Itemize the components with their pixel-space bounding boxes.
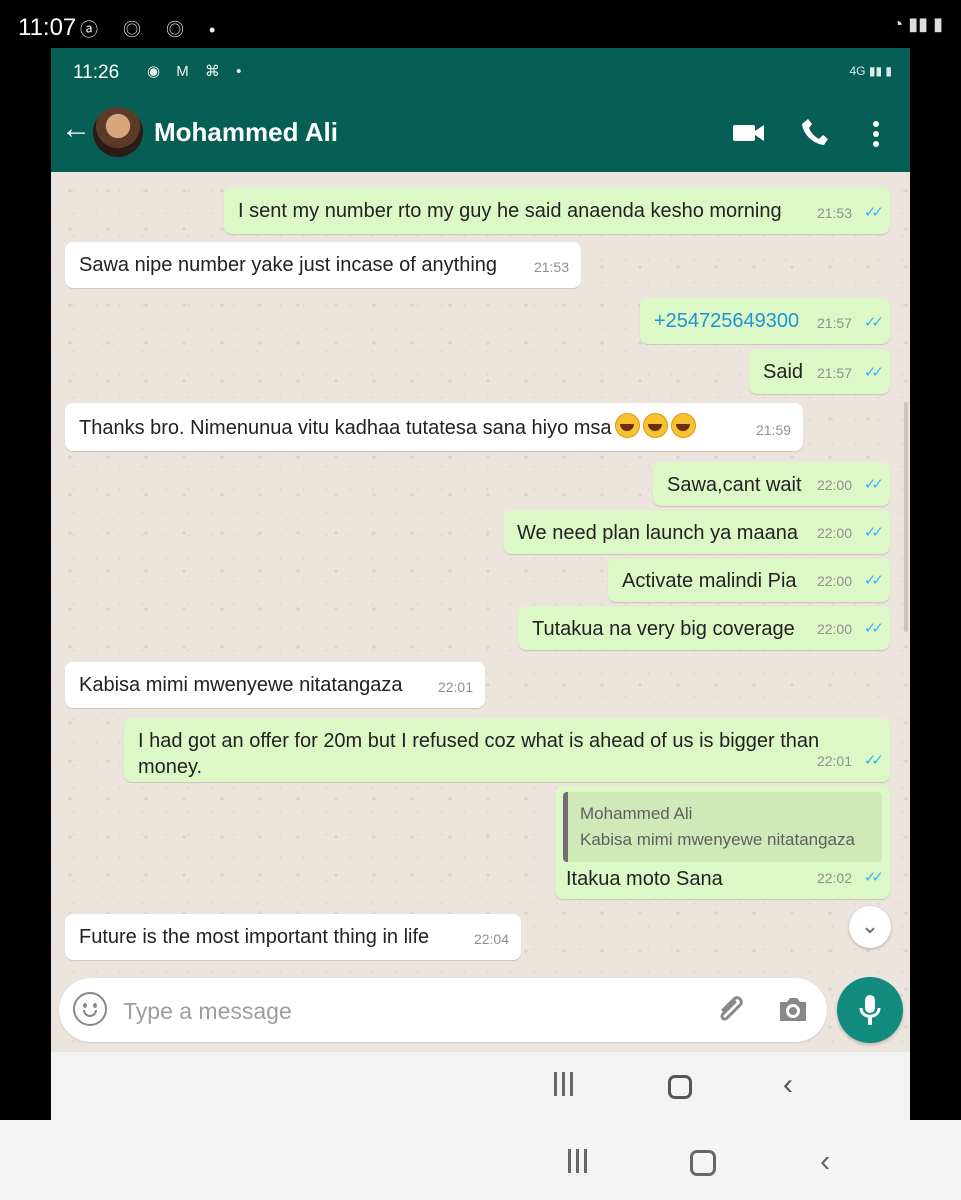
message-text: Future is the most important thing in li… — [79, 926, 430, 948]
message-outgoing[interactable]: Sawa,cant wait 22:00 ✓✓ — [653, 462, 890, 506]
message-time: 22:01 — [816, 753, 852, 769]
back-icon[interactable]: ‹ — [783, 1070, 793, 1100]
emoji-mouth — [83, 1010, 97, 1017]
message-outgoing[interactable]: Tutakua na very big coverage 22:00 ✓✓ — [518, 606, 890, 650]
mic-button[interactable] — [837, 977, 903, 1043]
read-ticks-icon: ✓✓ — [863, 572, 884, 589]
message-outgoing[interactable]: Said 21:57 ✓✓ — [749, 349, 890, 394]
quoted-author: Mohammed Ali — [580, 804, 693, 823]
message-incoming[interactable]: Thanks bro. Nimenunua vitu kadhaa tutate… — [65, 403, 803, 451]
recent-line — [562, 1072, 565, 1096]
outer-system-icons: ◔ ▮▮ ▮ — [892, 14, 943, 34]
message-outgoing[interactable]: We need plan launch ya maana 22:00 ✓✓ — [503, 510, 890, 554]
message-input[interactable] — [121, 995, 685, 1027]
recent-line — [568, 1149, 571, 1173]
chevron-double-down-icon: ⌄ — [860, 913, 880, 938]
home-icon[interactable] — [690, 1150, 716, 1176]
message-outgoing[interactable]: I sent my number rto my guy he said anae… — [224, 188, 890, 234]
inner-status-bar: 11:26 ◉ M ⌘ • 4G ▮▮ ▮ — [51, 48, 910, 92]
message-text: I had got an offer for 20m but I refused… — [138, 730, 820, 778]
laughing-emoji-icon — [614, 413, 640, 438]
read-ticks-icon: ✓✓ — [863, 204, 884, 221]
message-outgoing[interactable]: Activate malindi Pia 22:00 ✓✓ — [608, 558, 890, 602]
back-icon[interactable]: ‹ — [820, 1145, 830, 1176]
reply-message[interactable]: Mohammed Ali Kabisa mimi mwenyewe nitata… — [555, 786, 890, 899]
microphone-icon — [859, 995, 881, 1025]
read-ticks-icon: ✓✓ — [863, 314, 884, 331]
message-text: Thanks bro. Nimenunua vitu kadhaa tutate… — [79, 417, 612, 439]
phone-navigation-bar: ‹ — [51, 1052, 910, 1120]
message-composer — [59, 978, 827, 1042]
recent-line — [576, 1149, 579, 1173]
message-time: 21:59 — [755, 422, 791, 438]
read-ticks-icon: ✓✓ — [863, 869, 884, 886]
emoji-icon[interactable] — [73, 992, 107, 1026]
message-time: 22:00 — [816, 621, 852, 637]
message-incoming[interactable]: Kabisa mimi mwenyewe nitatangaza 22:01 — [65, 662, 485, 708]
recent-apps-icon[interactable] — [551, 1072, 575, 1098]
quoted-message[interactable]: Mohammed Ali Kabisa mimi mwenyewe nitata… — [563, 792, 882, 862]
phone-icon[interactable] — [801, 117, 829, 147]
message-time: 22:01 — [437, 679, 473, 695]
home-icon[interactable] — [668, 1075, 692, 1099]
message-text: Kabisa mimi mwenyewe nitatangaza — [79, 674, 403, 696]
back-arrow-icon[interactable]: ← — [61, 114, 91, 144]
message-time: 21:53 — [533, 259, 569, 275]
outer-notification-icons: ⓐ ◎ ◎ • — [80, 20, 226, 40]
inner-notification-icons: ◉ M ⌘ • — [147, 63, 248, 80]
more-vert-icon[interactable] — [872, 120, 880, 148]
message-time: 22:00 — [816, 573, 852, 589]
read-ticks-icon: ✓✓ — [863, 620, 884, 637]
recent-line — [554, 1072, 557, 1096]
quoted-text: Kabisa mimi mwenyewe nitatangaza — [580, 830, 855, 849]
message-incoming[interactable]: Future is the most important thing in li… — [65, 914, 521, 960]
message-text: I sent my number rto my guy he said anae… — [238, 200, 782, 222]
contact-name[interactable]: Mohammed Ali — [154, 117, 338, 148]
message-time: 22:04 — [473, 931, 509, 947]
read-ticks-icon: ✓✓ — [863, 524, 884, 541]
laughing-emoji-icon — [642, 413, 668, 438]
outer-status-bar: 11:07 ⓐ ◎ ◎ • ◔ ▮▮ ▮ — [0, 0, 961, 48]
chat-area[interactable]: I sent my number rto my guy he said anae… — [51, 172, 910, 1052]
message-incoming[interactable]: Sawa nipe number yake just incase of any… — [65, 242, 581, 288]
message-text: Itakua moto Sana — [566, 868, 723, 890]
message-time: 21:53 — [816, 205, 852, 221]
message-time: 22:02 — [816, 870, 852, 886]
outer-navigation-bar: ‹ — [0, 1120, 961, 1200]
chat-header: ← Mohammed Ali — [51, 92, 910, 172]
read-ticks-icon: ✓✓ — [863, 476, 884, 493]
recent-line — [584, 1149, 587, 1173]
message-text-wrapper: Thanks bro. Nimenunua vitu kadhaa tutate… — [79, 413, 789, 441]
message-time: 22:00 — [816, 477, 852, 493]
phone-screen: 11:26 ◉ M ⌘ • 4G ▮▮ ▮ ← Mohammed Ali I s… — [51, 48, 910, 1120]
outer-status-time: 11:07 — [18, 14, 77, 41]
scroll-to-bottom-button[interactable]: ⌄ — [849, 906, 891, 948]
camera-icon[interactable] — [776, 994, 810, 1026]
inner-status-time: 11:26 — [73, 62, 120, 83]
message-time: 21:57 — [816, 315, 852, 331]
message-time: 22:00 — [816, 525, 852, 541]
avatar[interactable] — [93, 107, 143, 157]
message-time: 21:57 — [816, 365, 852, 381]
message-outgoing[interactable]: +254725649300 21:57 ✓✓ — [640, 298, 890, 344]
video-camera-icon[interactable] — [733, 122, 765, 144]
laughing-emoji-icon — [670, 413, 696, 438]
message-text: Sawa nipe number yake just incase of any… — [79, 254, 498, 276]
message-outgoing[interactable]: I had got an offer for 20m but I refused… — [124, 718, 890, 782]
read-ticks-icon: ✓✓ — [863, 752, 884, 769]
recent-line — [570, 1072, 573, 1096]
read-ticks-icon: ✓✓ — [863, 364, 884, 381]
paperclip-icon[interactable] — [715, 993, 749, 1027]
inner-system-icons: 4G ▮▮ ▮ — [849, 64, 893, 78]
scroll-indicator[interactable] — [904, 402, 908, 632]
recent-apps-icon[interactable] — [565, 1149, 589, 1175]
